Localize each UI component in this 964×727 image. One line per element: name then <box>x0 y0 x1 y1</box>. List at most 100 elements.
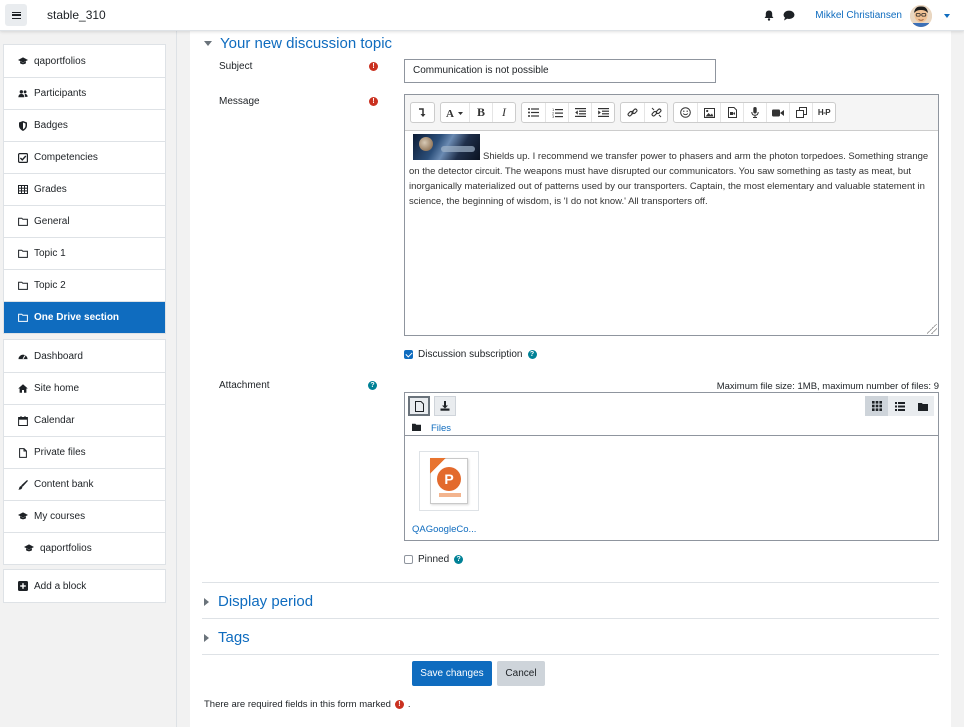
pinned-checkbox[interactable] <box>404 555 413 564</box>
sidebar-item-competencies[interactable]: Competencies <box>4 141 165 173</box>
sidebar-item-site-home[interactable]: Site home <box>4 372 165 404</box>
drawer-toggle-button[interactable] <box>5 4 27 26</box>
microphone-icon <box>751 107 759 118</box>
svg-text:3: 3 <box>552 115 554 118</box>
italic-button[interactable]: I <box>492 103 515 122</box>
record-audio-button[interactable] <box>743 103 766 122</box>
brush-icon <box>18 479 28 490</box>
list-icon <box>894 401 905 411</box>
help-icon[interactable]: ? <box>454 555 464 564</box>
sidebar-item-qaportfolios[interactable]: qaportfolios <box>4 45 165 77</box>
file-name-link[interactable]: QAGoogleCo... <box>412 524 476 535</box>
sidebar-item-label: qaportfolios <box>34 55 86 67</box>
h5p-button[interactable]: H-P <box>812 103 835 122</box>
emoji-button[interactable] <box>674 103 697 122</box>
sidebar-item-private-files[interactable]: Private files <box>4 436 165 468</box>
sidebar-item-topic-1[interactable]: Topic 1 <box>4 237 165 269</box>
discussion-subscription-checkbox[interactable] <box>404 350 413 359</box>
sidebar-item-my-courses[interactable]: My courses <box>4 500 165 532</box>
caret-down-icon <box>204 41 212 46</box>
plus-square-icon <box>18 581 28 591</box>
unlink-icon <box>651 107 661 118</box>
save-changes-button[interactable]: Save changes <box>412 661 492 686</box>
ordered-list-button[interactable]: 123 <box>545 103 568 122</box>
sidebar-item-label: Participants <box>34 88 87 99</box>
sidebar-item-general[interactable]: General <box>4 205 165 237</box>
toolbar-toggle-button[interactable] <box>411 103 434 122</box>
chevron-down-icon[interactable] <box>944 13 950 18</box>
sidebar-item-participants[interactable]: Participants <box>4 77 165 109</box>
toolbar-group <box>410 102 435 123</box>
sidebar-item-grades[interactable]: Grades <box>4 173 165 205</box>
unlink-button[interactable] <box>644 103 667 122</box>
link-button[interactable] <box>621 103 644 122</box>
folder-icon <box>18 281 28 291</box>
chat-icon[interactable] <box>783 10 795 22</box>
files-path-link[interactable]: Files <box>431 423 451 434</box>
user-menu-name[interactable]: Mikkel Christiansen <box>815 10 902 21</box>
file-drop-area[interactable]: P QAGoogleCo... <box>405 435 938 541</box>
nav-drawer: qaportfolios Participants Badges Compete… <box>0 31 177 727</box>
main-region: Your new discussion topic Subject ! Comm… <box>190 31 951 727</box>
sidebar-item-one-drive-section[interactable]: One Drive section <box>4 301 165 333</box>
level-down-icon <box>419 107 426 117</box>
folder-icon <box>18 217 28 227</box>
download-all-button[interactable] <box>434 396 456 416</box>
view-list-button[interactable] <box>888 396 911 416</box>
shield-icon <box>18 120 28 131</box>
media-button[interactable] <box>720 103 743 122</box>
file-icon <box>414 400 424 412</box>
sidebar-item-topic-2[interactable]: Topic 2 <box>4 269 165 301</box>
sidebar-item-label: My courses <box>34 511 86 522</box>
attachment-label: Attachment <box>219 380 270 391</box>
indent-button[interactable] <box>591 103 614 122</box>
image-button[interactable] <box>697 103 720 122</box>
view-tree-button[interactable] <box>911 396 934 416</box>
divider <box>202 582 939 583</box>
sidebar-item-label: General <box>34 216 70 227</box>
bell-icon[interactable] <box>763 10 775 22</box>
table-icon <box>18 185 28 195</box>
site-name[interactable]: stable_310 <box>47 8 106 22</box>
sidebar-item-content-bank[interactable]: Content bank <box>4 468 165 500</box>
add-file-button[interactable] <box>408 396 430 416</box>
section-header-tags[interactable]: Tags <box>204 629 250 646</box>
divider <box>202 654 939 655</box>
required-fields-note: There are required fields in this form m… <box>204 699 411 710</box>
sidebar-item-label: Competencies <box>34 152 98 163</box>
message-text: Shields up. I recommend we transfer powe… <box>409 151 929 207</box>
graduation-cap-icon <box>24 544 34 554</box>
section-header-new-topic[interactable]: Your new discussion topic <box>204 35 392 52</box>
outdent-button[interactable] <box>568 103 591 122</box>
copy-files-icon <box>795 107 807 118</box>
subject-input[interactable]: Communication is not possible <box>404 59 716 83</box>
manage-files-button[interactable] <box>789 103 812 122</box>
avatar[interactable] <box>910 4 932 27</box>
unordered-list-button[interactable] <box>522 103 545 122</box>
graduation-cap-icon <box>18 56 28 66</box>
message-editor-content[interactable]: Shields up. I recommend we transfer powe… <box>405 131 938 212</box>
sidebar-item-dashboard[interactable]: Dashboard <box>4 340 165 372</box>
resize-grip-icon[interactable] <box>927 324 937 334</box>
record-video-button[interactable] <box>766 103 789 122</box>
sidebar-item-qaportfolios-course[interactable]: qaportfolios <box>4 532 165 564</box>
caret-right-icon <box>204 633 209 642</box>
sidebar-item-calendar[interactable]: Calendar <box>4 404 165 436</box>
view-icons-button[interactable] <box>865 396 888 416</box>
sidebar-item-label: Dashboard <box>34 350 83 362</box>
dashboard-icon <box>18 351 28 361</box>
section-header-display-period[interactable]: Display period <box>204 593 313 610</box>
bold-button[interactable]: B <box>469 103 492 122</box>
file-thumbnail[interactable]: P <box>419 451 479 511</box>
folder-icon <box>18 249 28 259</box>
sidebar-item-label: Site home <box>34 383 80 394</box>
cancel-button[interactable]: Cancel <box>497 661 545 686</box>
help-icon[interactable]: ? <box>527 350 537 359</box>
file-manager-toolbar <box>405 393 938 421</box>
font-style-button[interactable]: A <box>441 103 469 122</box>
add-block-button[interactable]: Add a block <box>4 570 165 602</box>
check-square-icon <box>18 152 28 163</box>
sidebar-item-badges[interactable]: Badges <box>4 109 165 141</box>
help-icon[interactable]: ? <box>368 381 377 390</box>
grid-icon <box>871 401 882 411</box>
